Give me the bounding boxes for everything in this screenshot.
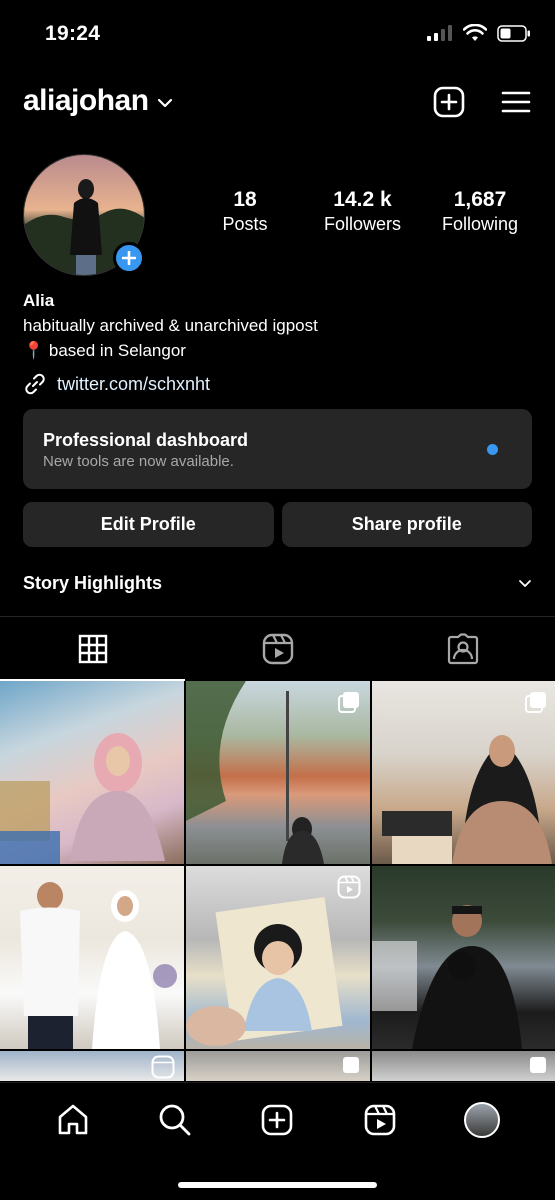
header-actions bbox=[433, 86, 531, 118]
edit-profile-button[interactable]: Edit Profile bbox=[23, 502, 274, 547]
tab-reels[interactable] bbox=[185, 617, 370, 681]
post-image bbox=[0, 733, 165, 864]
post-thumbnail[interactable] bbox=[372, 1051, 555, 1081]
stat-posts[interactable]: 18 Posts bbox=[190, 188, 300, 235]
post-thumbnail[interactable] bbox=[186, 866, 370, 1049]
profile-tabs bbox=[0, 617, 555, 681]
home-indicator bbox=[178, 1182, 377, 1188]
stat-label: Posts bbox=[222, 214, 268, 234]
stat-label: Following bbox=[441, 214, 519, 234]
carousel-icon bbox=[338, 692, 359, 713]
signal-icon bbox=[427, 25, 452, 41]
tab-tagged[interactable] bbox=[370, 617, 555, 681]
reels-badge-icon bbox=[151, 1055, 175, 1079]
notification-dot bbox=[487, 444, 498, 455]
chevron-down-icon bbox=[519, 580, 531, 587]
create-post-icon[interactable] bbox=[433, 86, 465, 118]
menu-icon[interactable] bbox=[501, 90, 531, 114]
reels-icon bbox=[262, 633, 293, 665]
nav-search[interactable] bbox=[155, 1100, 195, 1140]
nav-create[interactable] bbox=[257, 1100, 297, 1140]
profile-avatar-icon bbox=[463, 1102, 500, 1138]
tagged-icon bbox=[447, 633, 478, 665]
bottom-nav bbox=[0, 1082, 555, 1200]
profile-avatar-wrap[interactable] bbox=[23, 154, 145, 276]
post-image bbox=[20, 882, 177, 1049]
nav-profile[interactable] bbox=[462, 1100, 502, 1140]
battery-icon bbox=[497, 24, 530, 42]
stat-value: 14.2 k bbox=[333, 188, 392, 211]
grid-icon bbox=[78, 634, 107, 664]
carousel-icon bbox=[343, 1057, 359, 1073]
status-bar: 19:24 bbox=[0, 0, 555, 70]
carousel-icon bbox=[530, 1057, 546, 1073]
post-thumbnail[interactable] bbox=[372, 866, 555, 1049]
dashboard-title: Professional dashboard bbox=[43, 430, 249, 450]
post-thumbnail[interactable] bbox=[0, 681, 184, 864]
wifi-icon bbox=[463, 24, 487, 41]
dashboard-subtitle: New tools are now available. bbox=[43, 453, 234, 470]
search-icon bbox=[159, 1104, 191, 1136]
add-story-button[interactable] bbox=[113, 242, 145, 274]
add-icon bbox=[262, 1104, 293, 1136]
share-profile-button[interactable]: Share profile bbox=[281, 502, 532, 547]
home-icon bbox=[58, 1104, 88, 1135]
plus-icon bbox=[122, 251, 136, 265]
profile-header: aliajohan bbox=[0, 82, 555, 126]
stat-followers[interactable]: 14.2 k Followers bbox=[308, 188, 418, 235]
post-thumbnail[interactable] bbox=[372, 681, 555, 864]
nav-home[interactable] bbox=[53, 1100, 93, 1140]
profile-actions: Edit Profile Share profile bbox=[23, 502, 532, 547]
status-time: 19:24 bbox=[45, 22, 101, 45]
link-icon bbox=[25, 373, 45, 395]
profile-stats: 18 Posts 14.2 k Followers 1,687 Followin… bbox=[190, 188, 535, 235]
professional-dashboard-card[interactable]: Professional dashboard New tools are now… bbox=[23, 409, 532, 489]
chevron-down-icon bbox=[157, 98, 172, 108]
display-name: Alia bbox=[23, 291, 55, 310]
post-image bbox=[372, 905, 522, 1049]
stat-value: 18 bbox=[233, 188, 257, 211]
nav-reels[interactable] bbox=[360, 1100, 400, 1140]
username-label: aliajohan bbox=[23, 84, 149, 117]
post-thumbnail[interactable] bbox=[186, 681, 370, 864]
profile-link[interactable]: twitter.com/schxnht bbox=[23, 372, 210, 396]
highlights-label: Story Highlights bbox=[23, 573, 162, 593]
carousel-icon bbox=[525, 692, 546, 713]
reels-nav-icon bbox=[364, 1104, 395, 1136]
post-thumbnail[interactable] bbox=[0, 866, 184, 1049]
account-switcher[interactable]: aliajohan bbox=[23, 84, 173, 118]
post-thumbnail[interactable] bbox=[0, 1051, 184, 1081]
link-text: twitter.com/schxnht bbox=[57, 373, 211, 394]
profile-bio: Alia habitually archived & unarchived ig… bbox=[23, 288, 533, 363]
reels-badge-icon bbox=[337, 875, 361, 899]
bio-line: habitually archived & unarchived igpost bbox=[23, 316, 318, 335]
post-thumbnail[interactable] bbox=[186, 1051, 370, 1081]
stat-label: Followers bbox=[323, 214, 402, 234]
stat-value: 1,687 bbox=[453, 188, 507, 211]
tab-posts-grid[interactable] bbox=[0, 617, 185, 681]
post-grid bbox=[0, 681, 555, 1081]
story-highlights-toggle[interactable]: Story Highlights bbox=[23, 573, 532, 594]
stat-following[interactable]: 1,687 Following bbox=[425, 188, 535, 235]
bio-line: 📍 based in Selangor bbox=[23, 341, 186, 360]
status-icons bbox=[427, 24, 531, 42]
